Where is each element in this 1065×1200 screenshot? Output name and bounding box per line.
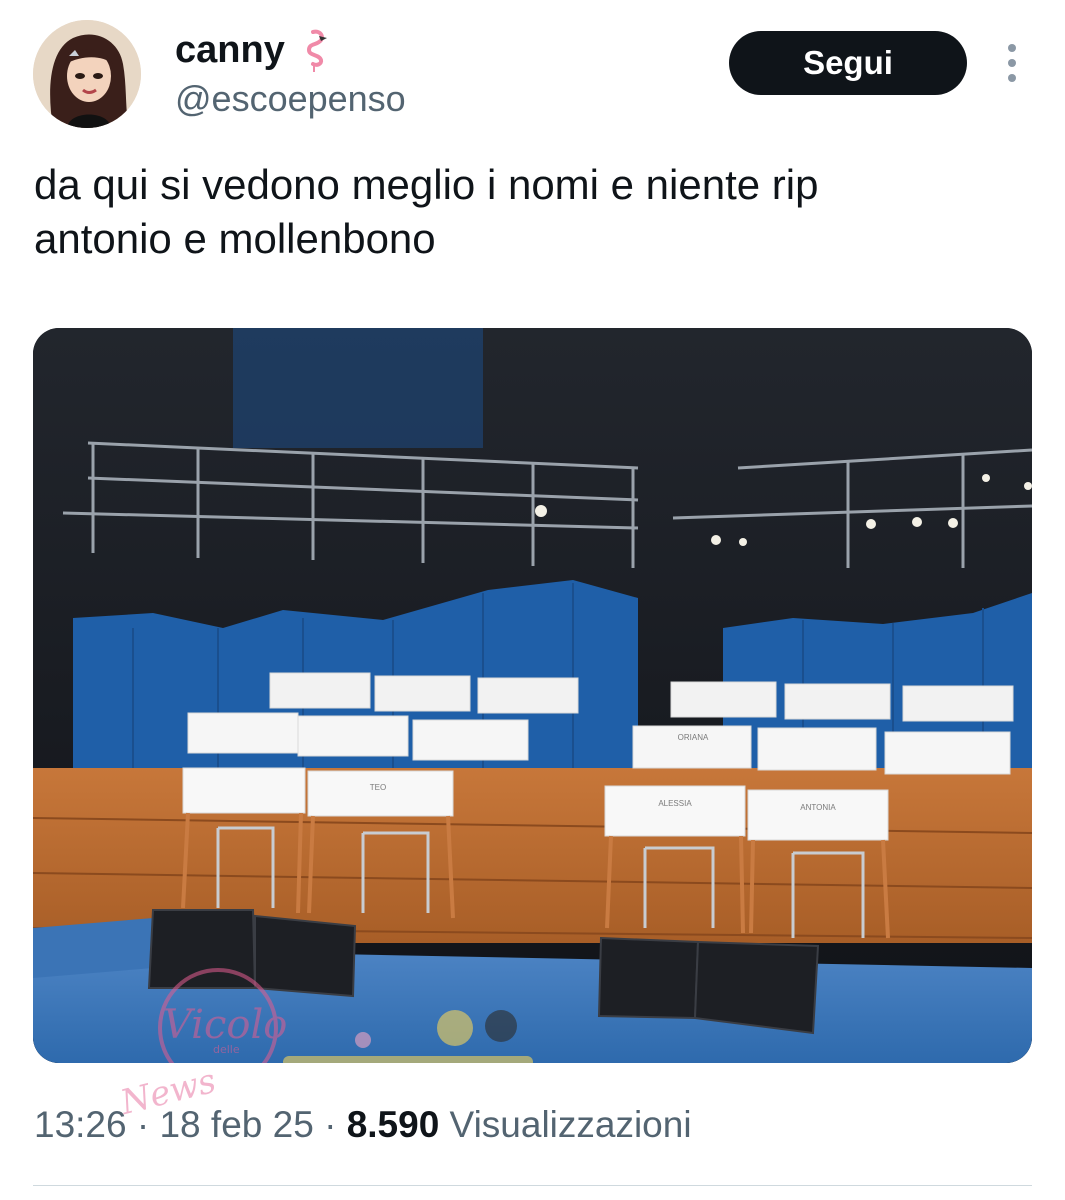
more-dot bbox=[1008, 59, 1016, 67]
follow-button[interactable]: Segui bbox=[729, 31, 967, 95]
desk-label: ORIANA bbox=[678, 733, 709, 742]
watermark-line1: Vicolo bbox=[163, 1002, 287, 1048]
views-label: Visualizzazioni bbox=[439, 1104, 692, 1145]
desk-label: ALESSIA bbox=[658, 799, 692, 808]
divider bbox=[33, 1185, 1032, 1186]
display-name-text: canny bbox=[175, 28, 285, 71]
flamingo-icon bbox=[295, 28, 329, 72]
tweet-time[interactable]: 13:26 bbox=[34, 1104, 127, 1145]
desk-label: ANTONIA bbox=[800, 803, 836, 812]
tweet-meta: 13:26 · 18 feb 25 · 8.590 Visualizzazion… bbox=[34, 1104, 692, 1146]
watermark-line2: delle bbox=[213, 1043, 240, 1056]
avatar[interactable] bbox=[33, 20, 141, 128]
more-options-icon[interactable] bbox=[992, 40, 1032, 86]
meta-separator: · bbox=[313, 1104, 347, 1145]
views-count: 8.590 bbox=[346, 1104, 440, 1145]
more-dot bbox=[1008, 74, 1016, 82]
user-handle[interactable]: @escoepenso bbox=[175, 78, 406, 120]
tweet-card: canny @escoepenso Segui da qui si vedono… bbox=[0, 0, 1065, 1200]
tweet-photo[interactable]: ALESSIA ANTONIA ORIANA TEO Vicolo delle bbox=[33, 328, 1032, 1063]
meta-separator: · bbox=[126, 1104, 160, 1145]
tweet-date[interactable]: 18 feb 25 bbox=[159, 1104, 313, 1145]
desk-label: TEO bbox=[370, 783, 386, 792]
tweet-text: da qui si vedono meglio i nomi e niente … bbox=[34, 161, 819, 262]
more-dot bbox=[1008, 44, 1016, 52]
avatar-illustration bbox=[33, 20, 141, 128]
display-name[interactable]: canny bbox=[175, 28, 329, 72]
stage-photo-illustration: ALESSIA ANTONIA ORIANA TEO Vicolo delle bbox=[33, 328, 1032, 1063]
